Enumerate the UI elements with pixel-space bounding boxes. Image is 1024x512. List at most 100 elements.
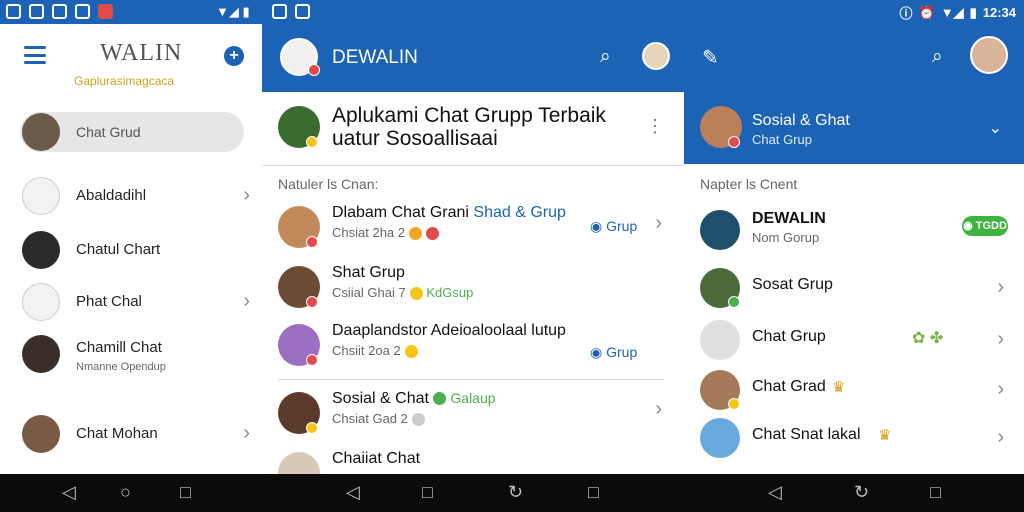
drawer-item[interactable]: Chatul Chart — [20, 230, 250, 272]
emoji-icon — [404, 345, 418, 359]
crown-icon: ♛ — [832, 379, 846, 396]
app-logo: WALIN — [100, 40, 183, 66]
contact-name: Chat Grad — [752, 378, 826, 395]
back-icon[interactable]: ◁ — [768, 482, 782, 503]
home-icon[interactable]: ○ — [120, 482, 131, 503]
avatar — [22, 231, 60, 269]
chat-name: Chaiiat Chat — [332, 450, 421, 467]
chat-name: Daaplandstor Adeioaloolaal lutup — [332, 322, 566, 339]
contact-name: Sosat Grup — [752, 276, 833, 293]
selected-group-card[interactable]: Sosial & Ghat Chat Grup ⌄ — [684, 92, 1024, 164]
app-tagline: Gaplurasimagcaca — [74, 74, 175, 88]
account-avatar[interactable] — [642, 42, 670, 70]
emoji-icon — [411, 413, 425, 427]
back-icon[interactable]: ◁ — [346, 482, 360, 503]
recents-icon[interactable]: □ — [588, 482, 599, 503]
clover-icon: ✿ ✤ — [912, 330, 944, 347]
menu-icon[interactable] — [24, 46, 46, 64]
add-icon[interactable]: + — [224, 46, 244, 66]
system-nav-bar: ◁ ○ □ ◁ □ ↻ □ ◁ ↻ □ — [0, 474, 1024, 512]
chat-preview: Csiial Ghai 7 KdGsup — [332, 285, 474, 301]
drawer-item-active[interactable]: Chat Grud — [20, 112, 244, 152]
search-icon[interactable]: ⌕ — [600, 46, 611, 68]
featured-banner[interactable]: Aplukami Chat Grupp Terbaik uatur Sosoal… — [262, 92, 684, 166]
avatar — [700, 418, 740, 458]
status-right: ⓘ ⏰ ▼◢ ▮ 12:34 — [900, 3, 1016, 22]
section-header: Napter ls Cnent — [700, 176, 798, 192]
chevron-right-icon: › — [243, 422, 250, 444]
download-icon — [272, 4, 287, 19]
contact-name: Chat Grup — [752, 328, 826, 345]
contact-row[interactable]: Chat Snat lakal ♛ › — [684, 414, 1024, 466]
avatar — [22, 335, 60, 373]
account-avatar[interactable] — [970, 36, 1008, 74]
clock: 12:34 — [982, 5, 1016, 20]
contact-row[interactable]: Chat Grup ✿ ✤ › — [684, 316, 1024, 368]
drawer-item-sub: Nmanne Opendup — [76, 361, 166, 373]
recents-icon[interactable]: □ — [930, 482, 941, 503]
gallery-icon — [52, 4, 67, 19]
chat-row[interactable]: Daaplandstor Adeioaloolaal lutup Chsiit … — [262, 316, 684, 374]
drawer-item-label: Chatul Chart — [76, 241, 161, 258]
leaf-icon — [432, 392, 446, 406]
wifi-icon: ▼◢ ▮ — [216, 4, 250, 19]
battery-icon: ▮ — [969, 4, 977, 20]
drawer-item[interactable]: Abaldadihl › — [20, 176, 250, 218]
notification-icons-2 — [272, 4, 310, 19]
group-title: Sosial & Ghat — [752, 112, 850, 129]
check-icon — [6, 4, 21, 19]
chevron-right-icon: › — [655, 212, 662, 234]
drawer-panel: WALIN Gaplurasimagcaca + Chat Grud Abald… — [0, 24, 262, 474]
crown-icon: ♛ — [878, 427, 892, 444]
chat-row[interactable]: Sosial & Chat Galaup Chsiat Gad 2 › — [262, 384, 684, 442]
contact-row[interactable]: Chat Grad ♛ › — [684, 366, 1024, 418]
screen: ▼◢ ▮ ⓘ ⏰ ▼◢ ▮ 12:34 WALIN Gaplurasimagca… — [0, 0, 1024, 512]
status-dot — [728, 296, 740, 308]
notification-icons — [6, 4, 113, 19]
avatar — [700, 320, 740, 360]
recents-icon[interactable]: □ — [180, 482, 191, 503]
chat-row[interactable]: Dlabam Chat Grani Shad & Grup Chsiat 2ha… — [262, 198, 684, 256]
section-header: Natuler ls Cnan: — [278, 176, 379, 192]
status-dot — [728, 136, 740, 148]
signal-icon: ▼◢ — [940, 4, 964, 20]
app-bar: DEWALIN ⌕ — [262, 24, 684, 92]
chat-row[interactable]: Shat Grup Csiial Ghai 7 KdGsup — [262, 258, 684, 316]
back-icon[interactable]: ◁ — [62, 482, 76, 503]
drawer-item[interactable]: Chamill Chat Nmanne Opendup — [20, 334, 250, 376]
drawer-item[interactable]: Phat Chal › — [20, 282, 250, 324]
chat-preview: Chsiat Gad 2 — [332, 411, 425, 427]
groups-panel: ✎ ⌕ Sosial & Ghat Chat Grup ⌄ Napter ls … — [684, 24, 1024, 474]
edit-icon[interactable]: ✎ — [702, 45, 719, 70]
status-dot — [306, 296, 318, 308]
refresh-icon[interactable]: ↻ — [508, 482, 523, 503]
drawer-item[interactable]: Chat Mohan › — [20, 414, 250, 456]
more-options-icon[interactable]: ⋮ — [646, 116, 664, 137]
app-notification-icon — [98, 4, 113, 19]
chat-name: Dlabam Chat Grani Shad & Grup — [332, 204, 566, 221]
drawer-item-label: Phat Chal — [76, 293, 142, 310]
status-dot — [728, 398, 740, 410]
chevron-down-icon[interactable]: ⌄ — [989, 118, 1002, 138]
chat-preview: Chsiit 2oa 2 — [332, 343, 418, 359]
avatar — [22, 113, 60, 151]
chevron-right-icon: › — [997, 426, 1004, 448]
emoji-icon — [409, 287, 423, 301]
app-bar: ✎ ⌕ — [684, 24, 1024, 92]
status-dot — [306, 136, 318, 148]
status-dot — [308, 64, 320, 76]
drawer-item-label: Chat Mohan — [76, 425, 158, 442]
contact-row[interactable]: DEWALIN Nom Gorup ◉ TGDD — [684, 206, 1024, 258]
drawer-item-label: Chat Grud — [76, 124, 141, 140]
refresh-icon[interactable]: ↻ — [854, 482, 869, 503]
contact-row[interactable]: Sosat Grup › — [684, 264, 1024, 316]
chevron-right-icon: › — [997, 378, 1004, 400]
avatar — [22, 415, 60, 453]
contact-sub: Nom Gorup — [752, 230, 820, 245]
photo-icon — [75, 4, 90, 19]
app-bar-title: DEWALIN — [332, 47, 418, 68]
status-badge: ◉ TGDD — [962, 216, 1008, 236]
recents-icon[interactable]: □ — [422, 482, 433, 503]
search-icon[interactable]: ⌕ — [932, 46, 943, 68]
chat-name: Shat Grup — [332, 264, 405, 281]
